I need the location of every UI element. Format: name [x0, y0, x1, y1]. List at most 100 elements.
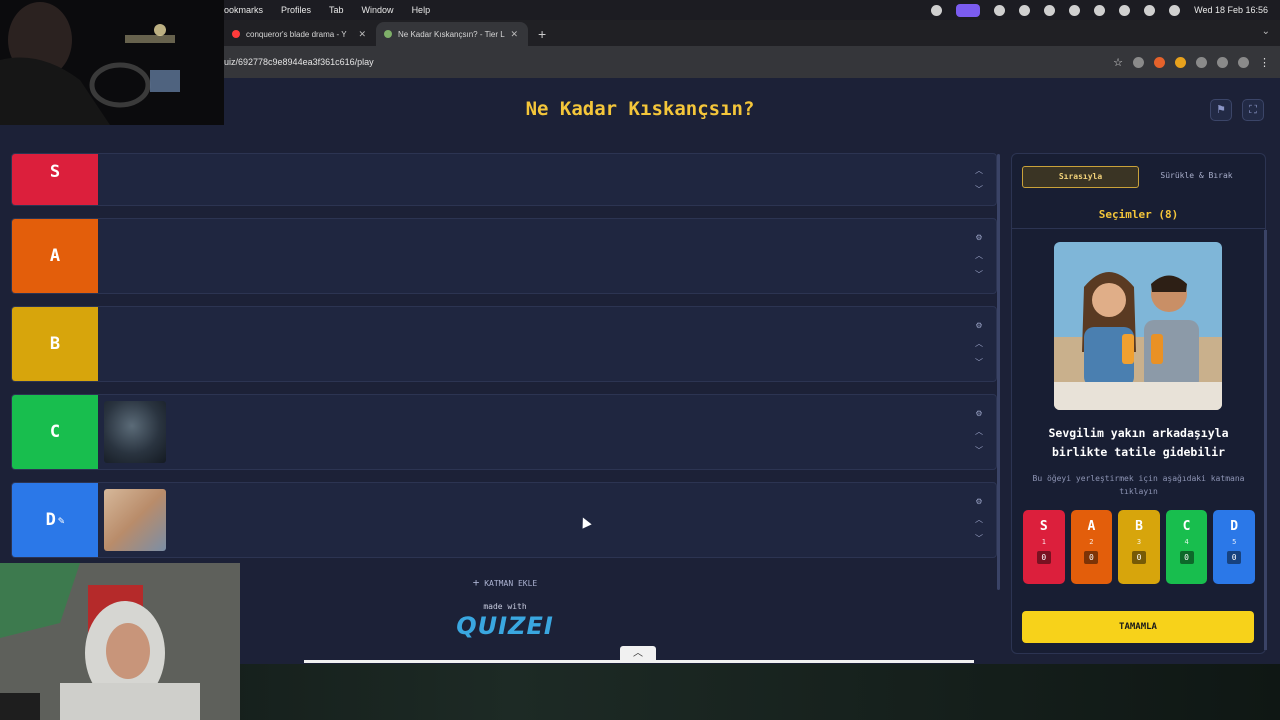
- tier-button-number: 1: [1041, 538, 1046, 546]
- chevron-up-icon[interactable]: ︿: [975, 426, 983, 437]
- chevron-down-icon[interactable]: ﹀: [975, 357, 983, 368]
- tier-button-s[interactable]: S 1 0: [1023, 510, 1065, 584]
- extension-icon[interactable]: [1133, 56, 1144, 68]
- extension-icon[interactable]: [1154, 56, 1165, 68]
- plus-icon: +: [472, 576, 480, 589]
- add-layer-label: KATMAN EKLE: [484, 579, 538, 588]
- chevron-up-icon[interactable]: ︿: [975, 514, 983, 525]
- gear-icon[interactable]: ⚙: [975, 497, 982, 506]
- control-center-icon[interactable]: [1169, 4, 1181, 16]
- tier-button-number: 5: [1232, 538, 1237, 546]
- puzzle-icon[interactable]: [1196, 56, 1207, 68]
- chevron-up-icon[interactable]: ︿: [975, 250, 983, 261]
- tier-button-count: 0: [1084, 551, 1099, 564]
- panel-scrollbar[interactable]: [1264, 230, 1267, 650]
- close-icon[interactable]: ✕: [358, 29, 366, 40]
- extension-icon[interactable]: [1175, 56, 1186, 68]
- menu-window[interactable]: Window: [362, 5, 394, 15]
- tier-item-image[interactable]: [104, 401, 166, 463]
- tier-row-d[interactable]: D ✎ ⚙ ︿ ﹀: [11, 482, 997, 558]
- flag-icon[interactable]: ⚑: [1210, 99, 1232, 121]
- menu-profiles[interactable]: Profiles: [281, 5, 311, 15]
- close-icon[interactable]: ✕: [510, 29, 518, 40]
- tab-title: conqueror's blade drama - Y: [246, 29, 347, 39]
- selection-title: Seçimler (8): [1098, 208, 1179, 221]
- tier-label-d: D ✎: [12, 483, 98, 557]
- complete-button[interactable]: TAMAMLA: [1022, 611, 1254, 643]
- divider: [1012, 228, 1265, 229]
- tier-button-a[interactable]: A 2 0: [1070, 510, 1113, 584]
- url-field[interactable]: uiz/692778c9e8944ea3f361c616/play: [224, 57, 374, 67]
- chevron-down-icon[interactable]: ﹀: [975, 445, 983, 456]
- menubar-datetime[interactable]: Wed 18 Feb 16:56: [1194, 5, 1268, 15]
- status-icon[interactable]: [931, 4, 943, 16]
- tier-label-a: A: [12, 219, 98, 293]
- item-image: [1054, 242, 1222, 410]
- tier-row-a[interactable]: A ⚙ ︿ ﹀: [11, 218, 997, 294]
- youtube-favicon-icon: [232, 30, 240, 38]
- new-tab-plus-icon[interactable]: +: [538, 26, 546, 42]
- chevron-down-icon[interactable]: ﹀: [975, 533, 983, 544]
- browser-tab-youtube[interactable]: conqueror's blade drama - Y ✕: [224, 22, 376, 46]
- tier-button-label: A: [1087, 519, 1096, 534]
- tier-item-image[interactable]: [104, 489, 166, 551]
- tier-button-count: 0: [1179, 551, 1194, 564]
- status-icon[interactable]: [1069, 4, 1081, 16]
- tier-button-count: 0: [1036, 551, 1051, 564]
- mode-switch: Sırasıyla Sürükle & Bırak: [1022, 166, 1254, 188]
- tier-button-b[interactable]: B 3 0: [1118, 510, 1160, 584]
- chevron-up-icon[interactable]: ︿: [975, 165, 983, 176]
- wifi-icon[interactable]: [1119, 4, 1131, 16]
- pencil-icon[interactable]: ✎: [58, 514, 65, 527]
- tier-label-text: D: [45, 510, 56, 530]
- status-icon[interactable]: [1044, 4, 1056, 16]
- status-icon[interactable]: [1019, 4, 1031, 16]
- browser-tab-quiz[interactable]: Ne Kadar Kıskançsın? - Tier L ✕: [376, 22, 528, 46]
- quiz-favicon-icon: [384, 30, 392, 38]
- status-icon[interactable]: [994, 4, 1006, 16]
- screen-record-icon[interactable]: [956, 3, 981, 17]
- tier-button-number: 4: [1184, 538, 1189, 546]
- webcam-overlay-driver: [0, 0, 224, 125]
- item-text: Sevgilim yakın arkadaşıyla birlikte tati…: [1048, 426, 1229, 459]
- tier-button-count: 0: [1131, 551, 1146, 564]
- webcam-overlay-viewer: [0, 563, 240, 720]
- gear-icon[interactable]: ⚙: [975, 321, 982, 330]
- tab-drag-drop[interactable]: Sürükle & Bırak: [1139, 166, 1254, 188]
- chevron-down-icon[interactable]: ﹀: [975, 269, 983, 280]
- tier-list-scrollbar[interactable]: [997, 154, 1000, 590]
- tier-label-c: C: [12, 395, 98, 469]
- tier-label-b: B: [12, 307, 98, 381]
- gear-icon[interactable]: ⚙: [975, 233, 982, 242]
- chevron-up-icon[interactable]: ︿: [620, 646, 656, 661]
- tier-button-number: 2: [1089, 538, 1094, 546]
- tier-label-s: S: [12, 154, 98, 205]
- tier-button-c[interactable]: C 4 0: [1165, 510, 1208, 584]
- menu-bookmarks[interactable]: ookmarks: [224, 5, 263, 15]
- tab-list-chevron-icon[interactable]: ⌄: [1262, 26, 1270, 37]
- placement-hint: Bu öğeyi yerleştirmek için aşağıdaki kat…: [1032, 474, 1245, 496]
- chevron-up-icon[interactable]: ︿: [975, 338, 983, 349]
- tier-row-s[interactable]: S ︿ ﹀: [11, 153, 997, 206]
- tab-title: Ne Kadar Kıskançsın? - Tier L: [398, 29, 505, 39]
- battery-icon[interactable]: [1094, 4, 1106, 16]
- profile-avatar-icon[interactable]: [1238, 56, 1249, 68]
- tier-button-label: C: [1182, 519, 1191, 534]
- gear-icon[interactable]: ⚙: [975, 409, 982, 418]
- star-icon[interactable]: ☆: [1113, 56, 1123, 69]
- tier-button-label: D: [1230, 519, 1239, 534]
- tier-row-b[interactable]: B ⚙ ︿ ﹀: [11, 306, 997, 382]
- tier-button-label: B: [1135, 519, 1143, 534]
- fullscreen-icon[interactable]: ⛶: [1242, 99, 1264, 121]
- tier-button-d[interactable]: D 5 0: [1213, 510, 1255, 584]
- reading-list-icon[interactable]: [1217, 56, 1228, 68]
- menu-tab[interactable]: Tab: [329, 5, 344, 15]
- tier-button-group: S 1 0 A 2 0 B 3 0 C 4 0 D 5 0: [1023, 510, 1255, 584]
- tier-row-c[interactable]: C ⚙ ︿ ﹀: [11, 394, 997, 470]
- kebab-menu-icon[interactable]: ⋮: [1259, 56, 1270, 69]
- search-icon[interactable]: [1144, 4, 1156, 16]
- menu-help[interactable]: Help: [412, 5, 431, 15]
- tier-button-label: S: [1039, 519, 1048, 534]
- chevron-down-icon[interactable]: ﹀: [975, 184, 983, 195]
- tab-sequential[interactable]: Sırasıyla: [1022, 166, 1139, 188]
